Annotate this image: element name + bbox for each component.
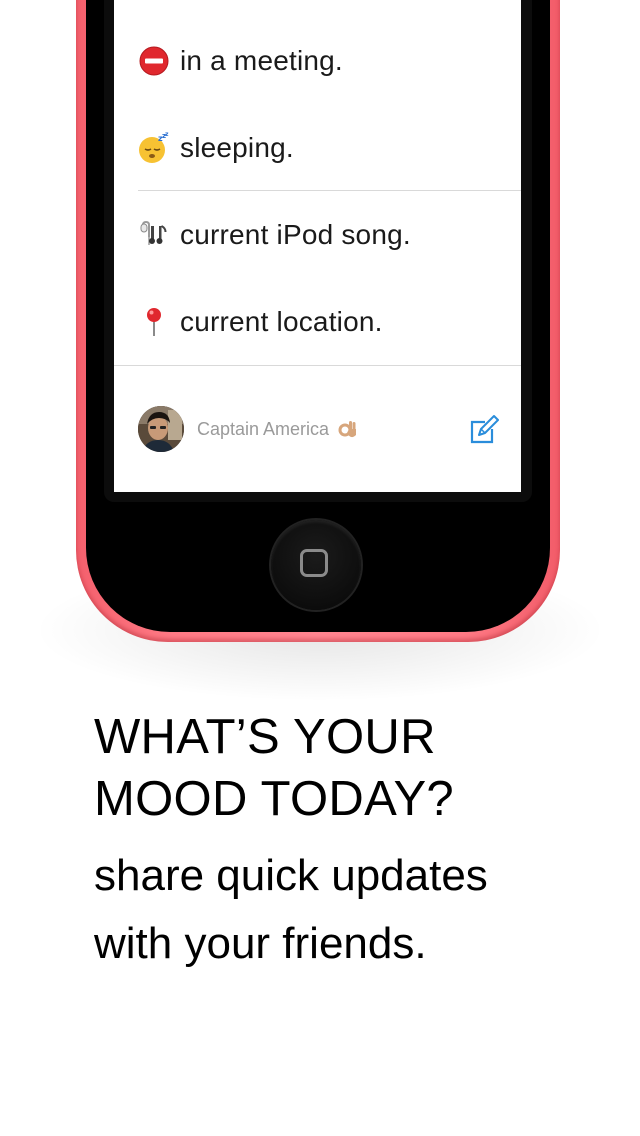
user-name: Captain America	[197, 418, 330, 439]
svg-text:z: z	[165, 132, 169, 138]
compose-icon[interactable]	[467, 414, 499, 446]
app-screen: in a meeting. z z z sleeping. current iP…	[114, 0, 521, 492]
headline: WHAT’S YOUR MOOD TODAY?	[94, 706, 614, 830]
status-label: sleeping.	[180, 132, 294, 163]
section-divider	[138, 190, 521, 191]
headline-line-1: WHAT’S YOUR	[94, 710, 436, 764]
sleeping-face-icon: z z z	[138, 132, 170, 164]
status-label: current iPod song.	[180, 219, 411, 250]
home-square-icon	[300, 549, 328, 577]
status-label: current location.	[180, 306, 383, 337]
home-button[interactable]	[271, 520, 361, 610]
subheadline-line-1: share quick updates	[94, 851, 488, 900]
subheadline-line-2: with your friends.	[94, 919, 427, 968]
avatar[interactable]	[138, 406, 184, 452]
headline-line-2: MOOD TODAY?	[94, 772, 454, 826]
status-option-ipod-song[interactable]: current iPod song.	[138, 192, 521, 278]
profile-footer: Captain America	[138, 404, 509, 454]
status-option-meeting[interactable]: in a meeting.	[138, 18, 521, 104]
footer-divider	[114, 365, 521, 366]
subheadline: share quick updates with your friends.	[94, 842, 614, 978]
earbuds-music-icon	[138, 219, 170, 251]
map-pin-icon	[138, 306, 170, 338]
status-option-location[interactable]: current location.	[138, 279, 521, 365]
status-label: in a meeting.	[180, 45, 343, 76]
ok-hand-icon	[337, 417, 359, 441]
status-option-sleeping[interactable]: z z z sleeping.	[138, 105, 521, 191]
no-entry-icon	[138, 45, 170, 77]
app-promo-screen: in a meeting. z z z sleeping. current iP…	[0, 0, 640, 1136]
